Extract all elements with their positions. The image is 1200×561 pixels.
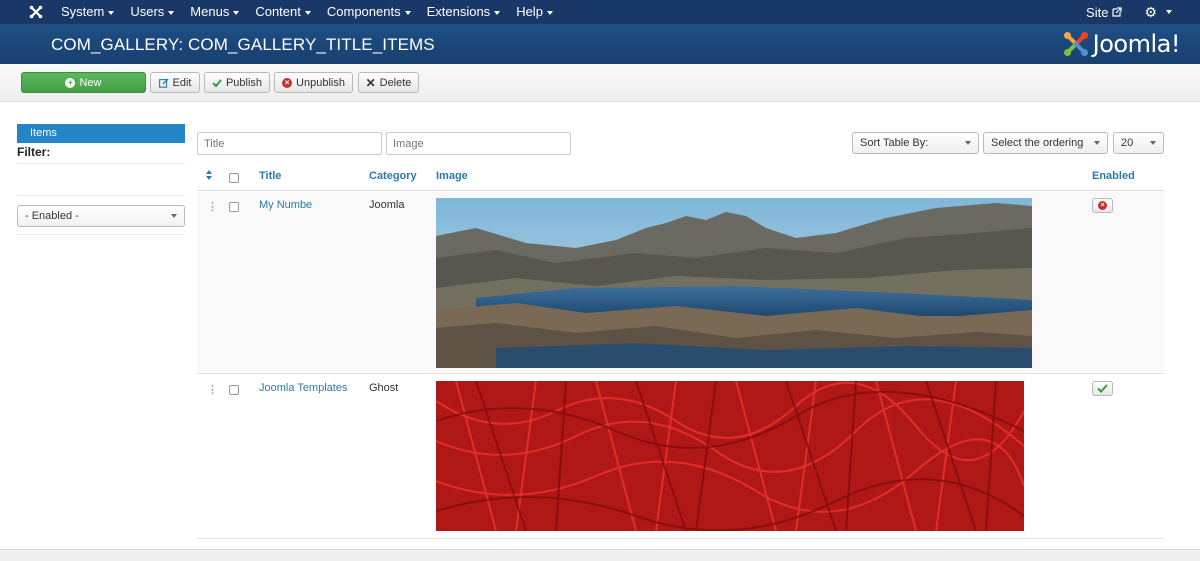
caret-down-icon (404, 10, 411, 15)
main-menu: System Users Menus Content Components Ex… (53, 0, 561, 24)
site-link[interactable]: Site (1086, 4, 1123, 20)
caret-down-icon (494, 10, 501, 15)
edit-button[interactable]: Edit (150, 72, 200, 93)
title-search-input[interactable] (197, 132, 382, 155)
plus-icon: + (65, 77, 76, 88)
sort-ordering-icon[interactable] (205, 169, 213, 184)
menu-users[interactable]: Users (122, 0, 182, 24)
table-header: Title Category Image Enabled (197, 164, 1164, 191)
edit-button-label: Edit (172, 76, 192, 89)
row-checkbox[interactable] (229, 202, 239, 212)
drag-handle-icon[interactable]: ⋮ (207, 383, 218, 396)
publish-button[interactable]: Publish (204, 72, 270, 93)
unpublish-button[interactable]: × Unpublish (274, 72, 353, 93)
published-check-icon (1097, 384, 1108, 393)
caret-down-icon (108, 10, 115, 15)
menu-users-label: Users (130, 4, 165, 19)
filter-label: Filter: (17, 145, 51, 159)
new-button-label: New (79, 76, 102, 89)
caret-down-icon (1166, 10, 1172, 14)
joomla-brand-icon (1063, 32, 1088, 56)
publish-button-label: Publish (225, 76, 263, 89)
menu-system-label: System (61, 4, 105, 19)
external-link-icon (1112, 7, 1123, 17)
menu-content-label: Content (255, 4, 301, 19)
navbar-right: Site ⚙ (1086, 0, 1200, 24)
new-button[interactable]: + New (21, 72, 146, 93)
menu-components-label: Components (326, 4, 401, 19)
menu-help-label: Help (516, 4, 543, 19)
joomla-logo-icon[interactable] (25, 0, 47, 24)
list-limit-value: 20 (1121, 137, 1134, 149)
check-icon (212, 78, 222, 87)
chevron-down-icon (1150, 141, 1156, 145)
menu-components[interactable]: Components (319, 0, 419, 24)
image-search-input[interactable] (386, 132, 571, 155)
unpublish-button-label: Unpublish (296, 76, 345, 89)
sort-table-select[interactable]: Sort Table By: (852, 132, 979, 154)
edit-icon (158, 78, 169, 88)
chevron-down-icon (171, 214, 177, 218)
mountain-lake-image (436, 198, 1032, 371)
menu-content[interactable]: Content (247, 0, 319, 24)
sidebar-divider (17, 163, 185, 164)
delete-icon: ✕ (365, 75, 376, 90)
toolbar: + New Edit Publish × Unpublish ✕ Delete (0, 64, 1200, 102)
drag-handle-icon[interactable]: ⋮ (207, 200, 218, 213)
red-foliage-image (436, 381, 1024, 534)
menu-menus[interactable]: Menus (182, 0, 247, 24)
item-category: Ghost (369, 382, 399, 394)
page-title: COM_GALLERY: COM_GALLERY_TITLE_ITEMS (51, 35, 435, 54)
site-link-label: Site (1086, 4, 1109, 20)
column-category[interactable]: Category (369, 170, 417, 182)
menu-extensions-label: Extensions (426, 4, 491, 19)
ordering-select[interactable]: Select the ordering (983, 132, 1108, 154)
publish-toggle-button[interactable] (1092, 381, 1113, 396)
item-title-link[interactable]: My Numbe (259, 199, 312, 211)
chevron-down-icon (1094, 141, 1100, 145)
menu-system[interactable]: System (53, 0, 122, 24)
list-limit-select[interactable]: 20 (1113, 132, 1164, 154)
caret-down-icon (168, 10, 175, 15)
delete-button-label: Delete (379, 76, 412, 89)
table-row: ⋮ Joomla Templates Ghost (197, 375, 1164, 539)
caret-down-icon (546, 10, 553, 15)
unpublish-toggle-button[interactable]: × (1092, 198, 1113, 213)
column-title[interactable]: Title (259, 170, 281, 182)
sort-table-value: Sort Table By: (860, 137, 929, 149)
item-title-link[interactable]: Joomla Templates (259, 382, 347, 394)
sidebar-divider (17, 195, 185, 196)
column-image[interactable]: Image (436, 170, 468, 182)
ordering-value: Select the ordering (991, 137, 1084, 149)
sidebar: Items Filter: - Enabled - (17, 124, 185, 235)
menu-extensions[interactable]: Extensions (419, 0, 509, 24)
caret-down-icon (233, 10, 240, 15)
select-all-checkbox[interactable] (229, 173, 239, 183)
item-category: Joomla (369, 199, 405, 211)
enabled-filter-select[interactable]: - Enabled - (17, 205, 185, 227)
delete-button[interactable]: ✕ Delete (358, 72, 419, 93)
menu-menus-label: Menus (190, 4, 230, 19)
unpublished-icon: × (1098, 201, 1107, 210)
sidebar-divider (17, 234, 185, 235)
joomla-brand-text: Joomla! (1092, 30, 1181, 58)
row-checkbox[interactable] (229, 385, 239, 395)
menu-help[interactable]: Help (508, 0, 561, 24)
unpublish-icon: × (282, 77, 293, 88)
gear-icon: ⚙ (1144, 3, 1157, 20)
caret-down-icon (304, 10, 311, 15)
footer-status-bar (0, 549, 1200, 561)
top-navbar: System Users Menus Content Components Ex… (0, 0, 1200, 24)
enabled-filter-value: - Enabled - (25, 210, 79, 222)
page-header: COM_GALLERY: COM_GALLERY_TITLE_ITEMS Joo… (0, 24, 1200, 64)
chevron-down-icon (965, 141, 971, 145)
column-enabled[interactable]: Enabled (1092, 170, 1135, 182)
joomla-brand: Joomla! (1063, 28, 1181, 60)
settings-menu[interactable]: ⚙ (1144, 4, 1172, 21)
sidebar-item-items[interactable]: Items (17, 124, 185, 143)
table-row: ⋮ My Numbe Joomla × (197, 192, 1164, 374)
